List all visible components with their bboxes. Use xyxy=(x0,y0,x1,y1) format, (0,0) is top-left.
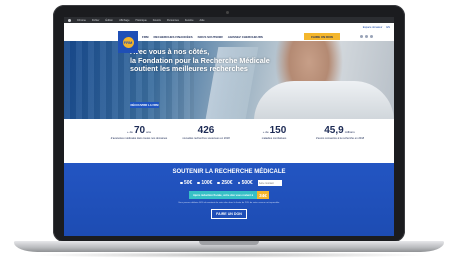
stat-caption: nouvelles recherches soutenues en 2018 xyxy=(182,137,230,140)
hero-line-3: soutient les meilleures recherches xyxy=(130,64,248,74)
donation-title: SOUTENIR LA RECHERCHE MÉDICALE xyxy=(172,169,286,175)
social-links xyxy=(360,35,373,38)
menubar-item[interactable]: Affichage xyxy=(119,19,129,22)
nav-item-researchers[interactable]: AGISSEZ CHERCHEURS xyxy=(228,35,263,39)
hero-banner: Avec vous à nos côtés, la Fondation pour… xyxy=(64,41,394,119)
facebook-icon[interactable] xyxy=(360,35,363,38)
logo-mark: FRM xyxy=(122,36,134,48)
menubar-item[interactable]: Favoris xyxy=(153,19,161,22)
menubar-item[interactable]: Personnes xyxy=(167,19,179,22)
stat-caption: d'euros consacrés à la recherche en 2018 xyxy=(315,137,365,140)
apple-icon[interactable] xyxy=(68,18,71,22)
radio-icon xyxy=(180,181,183,185)
webcam-dot xyxy=(226,11,229,14)
twitter-icon[interactable] xyxy=(365,35,368,38)
hero-heading: Avec vous à nos côtés, la Fondation pour… xyxy=(130,47,280,74)
stat-diseases: + de150 maladies combattues xyxy=(244,125,304,140)
menubar-item[interactable]: Fenêtre xyxy=(185,19,194,22)
donor-space-link[interactable]: Espace donateur xyxy=(363,26,383,29)
donation-section: SOUTENIR LA RECHERCHE MÉDICALE 50€ 100€ … xyxy=(64,163,394,236)
language-link[interactable]: EN xyxy=(386,26,390,29)
menubar-item[interactable]: Chrome xyxy=(77,19,86,22)
radio-icon xyxy=(217,181,220,185)
laptop-shadow xyxy=(30,252,428,258)
top-utility-nav: Espace donateur EN xyxy=(64,23,394,31)
stat-research: 426 nouvelles recherches soutenues en 20… xyxy=(176,125,236,140)
discover-frm-button[interactable]: DÉCOUVRIR LA FRM xyxy=(130,102,159,108)
menubar-item[interactable]: Aide xyxy=(200,19,205,22)
laptop-screen: Chrome Fichier Édition Affichage Histori… xyxy=(64,17,394,236)
menubar-item[interactable]: Fichier xyxy=(92,19,100,22)
donate-nav-button[interactable]: FAIRE UN DON xyxy=(304,33,340,40)
search-icon[interactable] xyxy=(370,35,373,38)
key-figures: + de70ans d'avancées médicales dans tout… xyxy=(64,119,394,163)
stat-caption: maladies combattues xyxy=(261,137,287,140)
amount-option-500[interactable]: 500€ xyxy=(237,180,253,186)
other-amount-input[interactable] xyxy=(257,180,282,186)
main-nav: FRM RECHERCHES FINANCÉES NOUS SOUTENIR A… xyxy=(142,35,263,39)
radio-icon xyxy=(237,181,241,185)
make-donation-button[interactable]: FAIRE UN DON xyxy=(211,209,247,219)
nav-item-frm[interactable]: FRM xyxy=(142,35,149,39)
nav-item-research[interactable]: RECHERCHES FINANCÉES xyxy=(154,35,193,39)
amount-option-250[interactable]: 250€ xyxy=(217,180,233,186)
amount-option-50[interactable]: 50€ xyxy=(180,180,192,186)
stat-funding: 45,9millions d'euros consacrés à la rech… xyxy=(310,125,370,140)
frm-logo[interactable]: FRM xyxy=(118,31,138,53)
stat-years: + de70ans d'avancées médicales dans tout… xyxy=(110,125,168,140)
menubar-item[interactable]: Historique xyxy=(135,19,146,22)
tax-reduction-label: Après réduction fiscale, votre don vous … xyxy=(189,191,257,199)
nav-item-support[interactable]: NOUS SOUTENIR xyxy=(198,35,223,39)
net-cost-badge: 34€ xyxy=(257,191,269,199)
lab-coat xyxy=(254,81,394,119)
tax-fine-print: Vous pouvez déduire 66% du montant de vo… xyxy=(178,202,280,204)
amount-options: 50€ 100€ 250€ 500€ xyxy=(180,180,282,186)
laptop-notch xyxy=(199,241,259,245)
menubar-item[interactable]: Édition xyxy=(105,19,113,22)
stat-caption: d'avancées médicales dans toutes nos dom… xyxy=(110,137,168,140)
amount-option-100[interactable]: 100€ xyxy=(197,180,212,186)
radio-icon xyxy=(197,181,200,185)
